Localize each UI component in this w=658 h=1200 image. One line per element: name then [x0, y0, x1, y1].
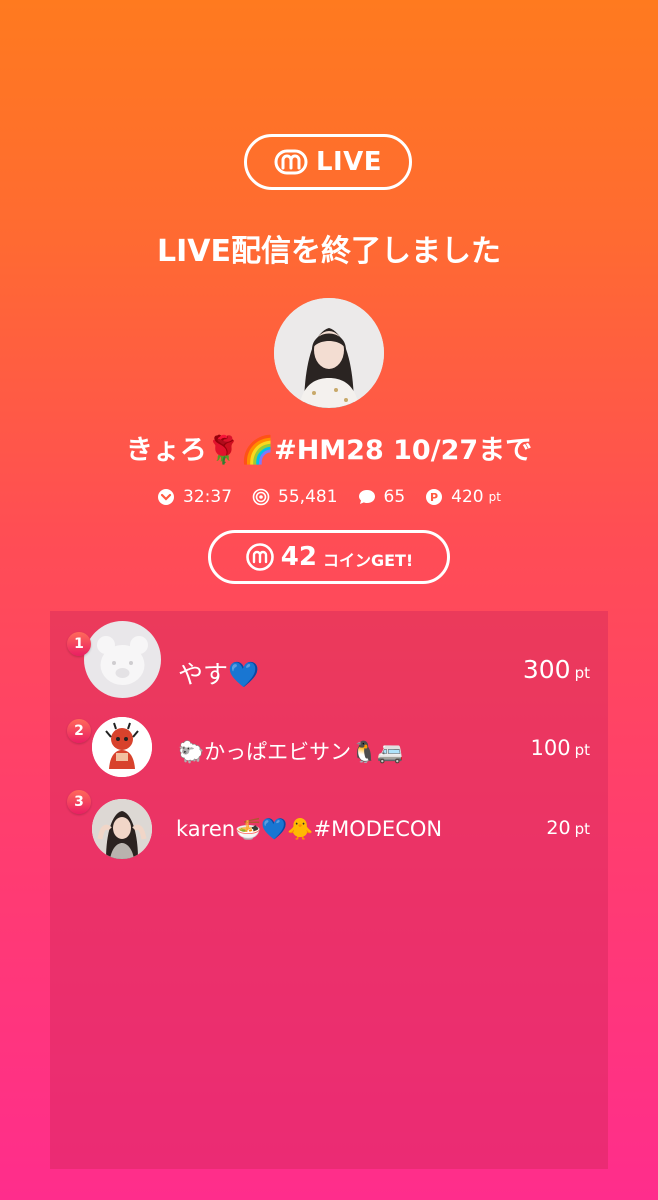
coin-label: コインGET!: [322, 551, 414, 570]
ranking-username: karen🍜💙🐥#MODECON: [176, 817, 443, 841]
ranking-points: 300 pt: [523, 655, 590, 684]
ranking-points-unit: pt: [574, 820, 590, 838]
rank-badge: 3: [67, 790, 91, 814]
ranking-points-unit: pt: [574, 664, 590, 682]
brand-label: LIVE: [315, 147, 383, 177]
coin-amount: 42: [280, 542, 317, 572]
views-icon: [252, 488, 270, 506]
stats-row: 32:37 55,481 65 P 420 pt: [0, 487, 658, 507]
ranking-points: 100 pt: [531, 736, 591, 760]
rank-badge: 2: [67, 719, 91, 743]
ranking-points: 20 pt: [546, 817, 590, 839]
coin-icon: [245, 543, 274, 571]
stat-points-unit: pt: [488, 490, 501, 504]
default-bear-avatar: [84, 621, 161, 698]
points-p-icon: P: [425, 488, 443, 506]
stat-points: P 420 pt: [425, 487, 501, 507]
clock-icon: [157, 488, 175, 506]
stat-comments-value: 65: [383, 487, 406, 507]
live-ended-title: LIVE配信を終了しました: [157, 234, 501, 269]
stat-duration-value: 32:37: [183, 487, 233, 507]
ranking-username: 🐑かっぱエビサン🐧🚐: [178, 740, 404, 764]
ranking-points-unit: pt: [574, 741, 590, 759]
coin-get-badge: 42 コインGET!: [208, 530, 450, 584]
character-avatar: [92, 717, 152, 777]
ranking-points-value: 20: [546, 817, 571, 839]
stat-duration: 32:37: [157, 487, 232, 507]
ranking-row[interactable]: 2 🐑かっぱエビサン🐧🚐 100 pt: [50, 717, 608, 783]
host-name: きょろ🌹🌈#HM28 10/27まで: [125, 435, 533, 466]
stat-comments: 65: [358, 487, 406, 507]
stat-views: 55,481: [252, 487, 338, 507]
stat-views-value: 55,481: [278, 487, 338, 507]
ranking-points-value: 300: [522, 655, 571, 684]
gift-ranking-panel: 1 やす💙 300 pt 2 🐑かっぱエビサン🐧🚐 100 pt 3 karen…: [50, 611, 608, 1169]
ranking-row[interactable]: 3 karen🍜💙🐥#MODECON 20 pt: [50, 790, 608, 865]
ranking-username: やす💙: [178, 660, 260, 689]
rank-badge: 1: [67, 632, 91, 656]
host-avatar[interactable]: [274, 298, 384, 408]
ranking-points-value: 100: [530, 736, 571, 760]
m-logo-icon: [274, 149, 308, 175]
svg-text:P: P: [430, 491, 438, 504]
host-avatar-image: [274, 298, 384, 408]
stat-points-value: 420: [451, 487, 484, 507]
comment-bubble-icon: [358, 488, 376, 506]
ranking-row[interactable]: 1 やす💙 300 pt: [50, 621, 608, 701]
mode-live-logo: LIVE: [244, 134, 412, 190]
user-photo-avatar: [92, 799, 152, 859]
